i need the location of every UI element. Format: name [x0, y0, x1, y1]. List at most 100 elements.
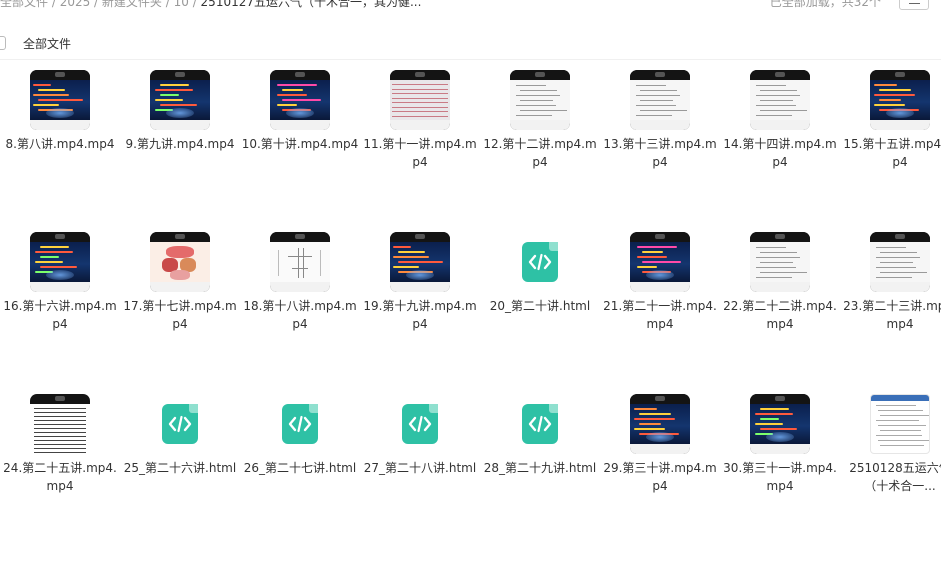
file-thumbnail[interactable]	[150, 70, 210, 130]
checkbox-icon[interactable]	[0, 36, 6, 50]
breadcrumb-item-all-files[interactable]: 全部文件	[0, 0, 48, 9]
file-name[interactable]: 14.第十四讲.mp4.mp4	[720, 135, 840, 171]
file-thumbnail[interactable]	[750, 232, 810, 292]
file-name[interactable]: 12.第十二讲.mp4.mp4	[480, 135, 600, 171]
video-thumbnail	[630, 70, 690, 130]
file-item[interactable]: 3.第三讲.mp4.mp4	[360, 55, 480, 62]
file-name[interactable]: 18.第十八讲.mp4.mp4	[240, 297, 360, 333]
file-name[interactable]: 19.第十九讲.mp4.mp4	[360, 297, 480, 333]
file-thumbnail[interactable]	[630, 232, 690, 292]
file-name[interactable]: 26_第二十七讲.html	[240, 459, 360, 477]
document-thumbnail	[870, 394, 930, 454]
breadcrumb-item-2025[interactable]: 2025	[60, 0, 91, 9]
file-item[interactable]: 14.第十四讲.mp4.mp4	[720, 64, 840, 224]
file-item[interactable]: 11.第十一讲.mp4.mp4	[360, 64, 480, 224]
file-name[interactable]: 16.第十六讲.mp4.mp4	[0, 297, 120, 333]
file-item[interactable]: 10.第十讲.mp4.mp4	[240, 64, 360, 224]
file-thumbnail[interactable]	[750, 394, 810, 454]
file-name[interactable]: 28_第二十九讲.html	[480, 459, 600, 477]
file-name[interactable]: 27_第二十八讲.html	[360, 459, 480, 477]
file-thumbnail[interactable]	[270, 232, 330, 292]
file-item[interactable]: 4.第四讲.mp4.mp4	[480, 55, 600, 62]
html-file-icon	[402, 404, 438, 444]
video-thumbnail	[270, 70, 330, 130]
file-thumbnail[interactable]	[510, 394, 570, 454]
file-thumbnail[interactable]	[870, 70, 930, 130]
file-item[interactable]: 17.第十七讲.mp4.mp4	[120, 226, 240, 386]
html-file-icon	[162, 404, 198, 444]
file-name[interactable]: 11.第十一讲.mp4.mp4	[360, 135, 480, 171]
file-thumbnail[interactable]	[630, 70, 690, 130]
file-name[interactable]: 13.第十三讲.mp4.mp4	[600, 135, 720, 171]
video-thumbnail	[390, 232, 450, 292]
file-name[interactable]: 23.第二十三讲.mp4.mp4	[840, 297, 941, 333]
file-name[interactable]: 10.第十讲.mp4.mp4	[240, 135, 360, 153]
file-thumbnail[interactable]	[270, 394, 330, 454]
video-thumbnail	[390, 70, 450, 130]
file-item[interactable]: 1.第一讲.mp4.mp4	[120, 55, 240, 62]
video-thumbnail	[630, 394, 690, 454]
file-item[interactable]: 19.第十九讲.mp4.mp4	[360, 226, 480, 386]
file-item[interactable]: 9.第九讲.mp4.mp4	[120, 64, 240, 224]
file-name[interactable]: 22.第二十二讲.mp4.mp4	[720, 297, 840, 333]
video-thumbnail	[30, 70, 90, 130]
video-thumbnail	[150, 232, 210, 292]
file-item[interactable]: 20_第二十讲.html	[480, 226, 600, 386]
all-files-label: 全部文件	[23, 37, 72, 51]
file-thumbnail[interactable]	[390, 70, 450, 130]
file-name[interactable]: 20_第二十讲.html	[480, 297, 600, 315]
file-item[interactable]: 16.第十六讲.mp4.mp4	[0, 226, 120, 386]
file-thumbnail[interactable]	[30, 232, 90, 292]
file-name[interactable]: 15.第十五讲.mp4.mp4	[840, 135, 941, 171]
breadcrumb-item-new-folder[interactable]: 新建文件夹	[102, 0, 162, 9]
file-item[interactable]: 29.第三十讲.mp4.mp4	[600, 388, 720, 548]
file-thumbnail[interactable]	[870, 394, 930, 454]
file-thumbnail[interactable]	[150, 394, 210, 454]
file-item[interactable]: 21.第二十一讲.mp4.mp4	[600, 226, 720, 386]
file-item[interactable]: 22.第二十二讲.mp4.mp4	[720, 226, 840, 386]
file-name[interactable]: 30.第三十一讲.mp4.mp4	[720, 459, 840, 495]
file-thumbnail[interactable]	[150, 232, 210, 292]
file-name[interactable]: 25_第二十六讲.html	[120, 459, 240, 477]
file-thumbnail[interactable]	[510, 232, 570, 292]
file-thumbnail[interactable]	[30, 394, 90, 454]
file-thumbnail[interactable]	[270, 70, 330, 130]
file-name[interactable]: 29.第三十讲.mp4.mp4	[600, 459, 720, 495]
file-thumbnail[interactable]	[750, 70, 810, 130]
file-item[interactable]: 27_第二十八讲.html	[360, 388, 480, 548]
file-item[interactable]: 12.第十二讲.mp4.mp4	[480, 64, 600, 224]
file-thumbnail[interactable]	[30, 70, 90, 130]
file-name[interactable]: 17.第十七讲.mp4.mp4	[120, 297, 240, 333]
file-item[interactable]: 28_第二十九讲.html	[480, 388, 600, 548]
file-name[interactable]: 21.第二十一讲.mp4.mp4	[600, 297, 720, 333]
file-item[interactable]: 5.第五讲.mp4.mp4	[600, 55, 720, 62]
file-item[interactable]: 23.第二十三讲.mp4.mp4	[840, 226, 941, 386]
file-name[interactable]: 8.第八讲.mp4.mp4	[0, 135, 120, 153]
video-thumbnail	[30, 232, 90, 292]
file-thumbnail[interactable]	[390, 232, 450, 292]
list-view-icon[interactable]	[899, 0, 929, 10]
file-item[interactable]: 26_第二十七讲.html	[240, 388, 360, 548]
file-thumbnail[interactable]	[390, 394, 450, 454]
file-name[interactable]: 9.第九讲.mp4.mp4	[120, 135, 240, 153]
file-item[interactable]: 25_第二十六讲.html	[120, 388, 240, 548]
html-file-icon	[522, 404, 558, 444]
file-name[interactable]: 24.第二十五讲.mp4.mp4	[0, 459, 120, 495]
file-item[interactable]: 24.第二十五讲.mp4.mp4	[0, 388, 120, 548]
video-thumbnail	[510, 70, 570, 130]
file-item[interactable]: 6.第六讲.mp4.mp4	[720, 55, 840, 62]
file-name[interactable]: 2510128五运六气（十术合一...	[840, 459, 941, 495]
file-item[interactable]: 15.第十五讲.mp4.mp4	[840, 64, 941, 224]
file-item[interactable]: 2510128五运六气（十术合一...	[840, 388, 941, 548]
file-item[interactable]: 13.第十三讲.mp4.mp4	[600, 64, 720, 224]
file-item[interactable]: 2.第二讲.mp4.mp4	[240, 55, 360, 62]
file-item[interactable]: 30.第三十一讲.mp4.mp4	[720, 388, 840, 548]
file-thumbnail[interactable]	[510, 70, 570, 130]
file-item[interactable]: 7.第七讲.mp4.mp4	[840, 55, 941, 62]
file-item[interactable]: 8.第八讲.mp4.mp4	[0, 64, 120, 224]
file-thumbnail[interactable]	[630, 394, 690, 454]
file-item[interactable]: 18.第十八讲.mp4.mp4	[240, 226, 360, 386]
file-thumbnail[interactable]	[870, 232, 930, 292]
file-item[interactable]: 新建文件夹	[0, 55, 120, 62]
breadcrumb-item-10[interactable]: 10	[174, 0, 189, 9]
